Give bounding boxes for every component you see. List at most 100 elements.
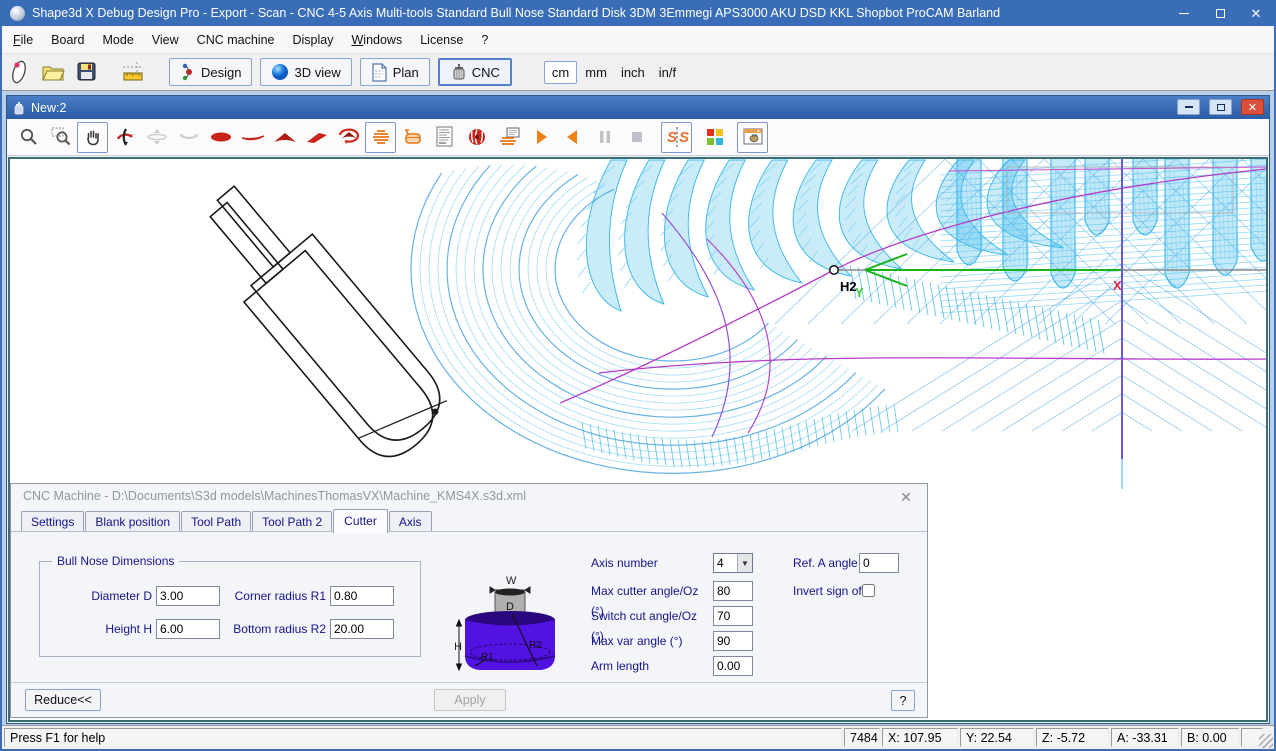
arm-length-input[interactable]	[713, 656, 753, 676]
flip-horizontal-icon[interactable]	[173, 122, 204, 153]
pause-icon[interactable]	[589, 122, 620, 153]
3d-view-button[interactable]: 3D view	[260, 58, 351, 86]
disk-tool-icon[interactable]	[461, 122, 492, 153]
menu-help[interactable]: ?	[472, 29, 497, 51]
unit-cm[interactable]: cm	[544, 61, 577, 84]
doc-close-button[interactable]: ✕	[1241, 99, 1264, 115]
step-back-icon[interactable]	[557, 122, 588, 153]
bottom-radius-input[interactable]	[330, 619, 394, 639]
toolpath-page-icon[interactable]	[493, 122, 524, 153]
doc-maximize-button[interactable]	[1209, 99, 1232, 115]
axis-number-select[interactable]: 4 ▼	[713, 553, 753, 573]
max-var-angle-label: Max var angle (°)	[591, 631, 711, 651]
dialog-title: CNC Machine - D:\Documents\S3d models\Ma…	[23, 489, 526, 503]
cnc-view-label: CNC	[472, 65, 500, 80]
save-icon[interactable]	[71, 57, 103, 87]
max-cutter-angle-input[interactable]	[713, 581, 753, 601]
plan-icon	[371, 63, 388, 82]
menu-windows[interactable]: Windows	[342, 29, 411, 51]
doc-maximize-icon	[1217, 104, 1225, 111]
unit-mm[interactable]: mm	[579, 62, 613, 83]
tab-blank-position[interactable]: Blank position	[85, 511, 180, 532]
rotate-view-icon[interactable]	[109, 122, 140, 153]
gcode-listing-icon[interactable]	[429, 122, 460, 153]
apply-button[interactable]: Apply	[434, 689, 506, 711]
zoom-window-icon[interactable]	[45, 122, 76, 153]
design-view-button[interactable]: Design	[169, 58, 252, 86]
menu-license[interactable]: License	[411, 29, 472, 51]
tab-cutter[interactable]: Cutter	[333, 509, 388, 533]
tab-tool-path[interactable]: Tool Path	[181, 511, 251, 532]
pan-hand-icon[interactable]	[77, 122, 108, 153]
measure-icon[interactable]	[118, 57, 150, 87]
axis-number-label: Axis number	[591, 553, 711, 573]
dialog-close-button[interactable]: ✕	[897, 488, 915, 506]
switch-cut-angle-input[interactable]	[713, 606, 753, 626]
cnc-view-button[interactable]: CNC	[438, 58, 512, 86]
flip-vertical-icon[interactable]	[141, 122, 172, 153]
ref-a-angle-input[interactable]	[859, 553, 899, 573]
minimize-button[interactable]	[1166, 0, 1202, 26]
3d-view-label: 3D view	[294, 65, 340, 80]
color-layers-icon[interactable]	[699, 122, 730, 153]
menu-board[interactable]: Board	[42, 29, 93, 51]
open-file-icon[interactable]	[37, 57, 69, 87]
maximize-icon	[1216, 9, 1225, 18]
tab-settings[interactable]: Settings	[21, 511, 84, 532]
minimize-icon	[1179, 13, 1189, 14]
tab-axis[interactable]: Axis	[389, 511, 432, 532]
title-bar[interactable]: Shape3d X Debug Design Pro - Export - Sc…	[2, 0, 1274, 26]
plan-view-button[interactable]: Plan	[360, 58, 430, 86]
cutter-diagram: W D R2 R1 H	[455, 548, 565, 674]
dialog-tabs: Settings Blank position Tool Path Tool P…	[21, 510, 433, 532]
status-z-cell: Z: -5.72	[1036, 728, 1109, 747]
corner-radius-input[interactable]	[330, 586, 394, 606]
invert-sign-checkbox[interactable]	[862, 584, 875, 597]
diagram-r2-label: R2	[529, 640, 542, 651]
thin-profile-icon[interactable]	[237, 122, 268, 153]
deck-view-icon[interactable]	[301, 122, 332, 153]
new-board-icon[interactable]	[3, 57, 35, 87]
rotate-board-icon[interactable]	[333, 122, 364, 153]
design-view-label: Design	[201, 65, 241, 80]
zoom-icon[interactable]	[13, 122, 44, 153]
document-icon	[12, 101, 26, 115]
reduce-button[interactable]: Reduce<<	[25, 689, 101, 711]
menu-cnc-machine[interactable]: CNC machine	[188, 29, 284, 51]
unit-inf[interactable]: in/f	[653, 62, 682, 83]
menu-display[interactable]: Display	[283, 29, 342, 51]
cross-section-icon[interactable]	[269, 122, 300, 153]
help-button[interactable]: ?	[891, 690, 915, 711]
cnc-machine-dialog: CNC Machine - D:\Documents\S3d models\Ma…	[10, 483, 928, 718]
shape3d-app-window: Shape3d X Debug Design Pro - Export - Sc…	[0, 0, 1276, 751]
resize-grip[interactable]	[1259, 734, 1273, 748]
maximize-button[interactable]	[1202, 0, 1238, 26]
menu-mode[interactable]: Mode	[94, 29, 143, 51]
status-count-cell: 7484	[844, 728, 880, 747]
outline-view-icon[interactable]	[205, 122, 236, 153]
diameter-input[interactable]	[156, 586, 220, 606]
status-x-cell: X: 107.95	[882, 728, 958, 747]
cnc-tool-icon	[450, 63, 467, 82]
doc-minimize-button[interactable]	[1177, 99, 1200, 115]
doc-minimize-icon	[1185, 106, 1193, 108]
height-input[interactable]	[156, 619, 220, 639]
unit-inch[interactable]: inch	[615, 62, 651, 83]
play-icon[interactable]	[525, 122, 556, 153]
max-var-angle-input[interactable]	[713, 631, 753, 651]
menu-view[interactable]: View	[143, 29, 188, 51]
symmetry-icon[interactable]: SS	[661, 122, 692, 153]
tab-tool-path-2[interactable]: Tool Path 2	[252, 511, 332, 532]
diagram-r1-label: R1	[481, 652, 494, 663]
menu-file[interactable]: File	[4, 29, 42, 51]
bottom-radius-label: Bottom radius R2	[232, 619, 326, 639]
close-button[interactable]: ✕	[1238, 0, 1274, 26]
design-icon	[180, 63, 196, 81]
height-label: Height H	[60, 619, 152, 639]
document-title-bar[interactable]: New:2 ✕	[7, 96, 1269, 119]
machine-icon[interactable]	[397, 122, 428, 153]
machine-window-icon[interactable]	[737, 122, 768, 153]
stop-icon[interactable]	[621, 122, 652, 153]
toolpath-lines-icon[interactable]	[365, 122, 396, 153]
diagram-w-label: W	[506, 575, 517, 587]
